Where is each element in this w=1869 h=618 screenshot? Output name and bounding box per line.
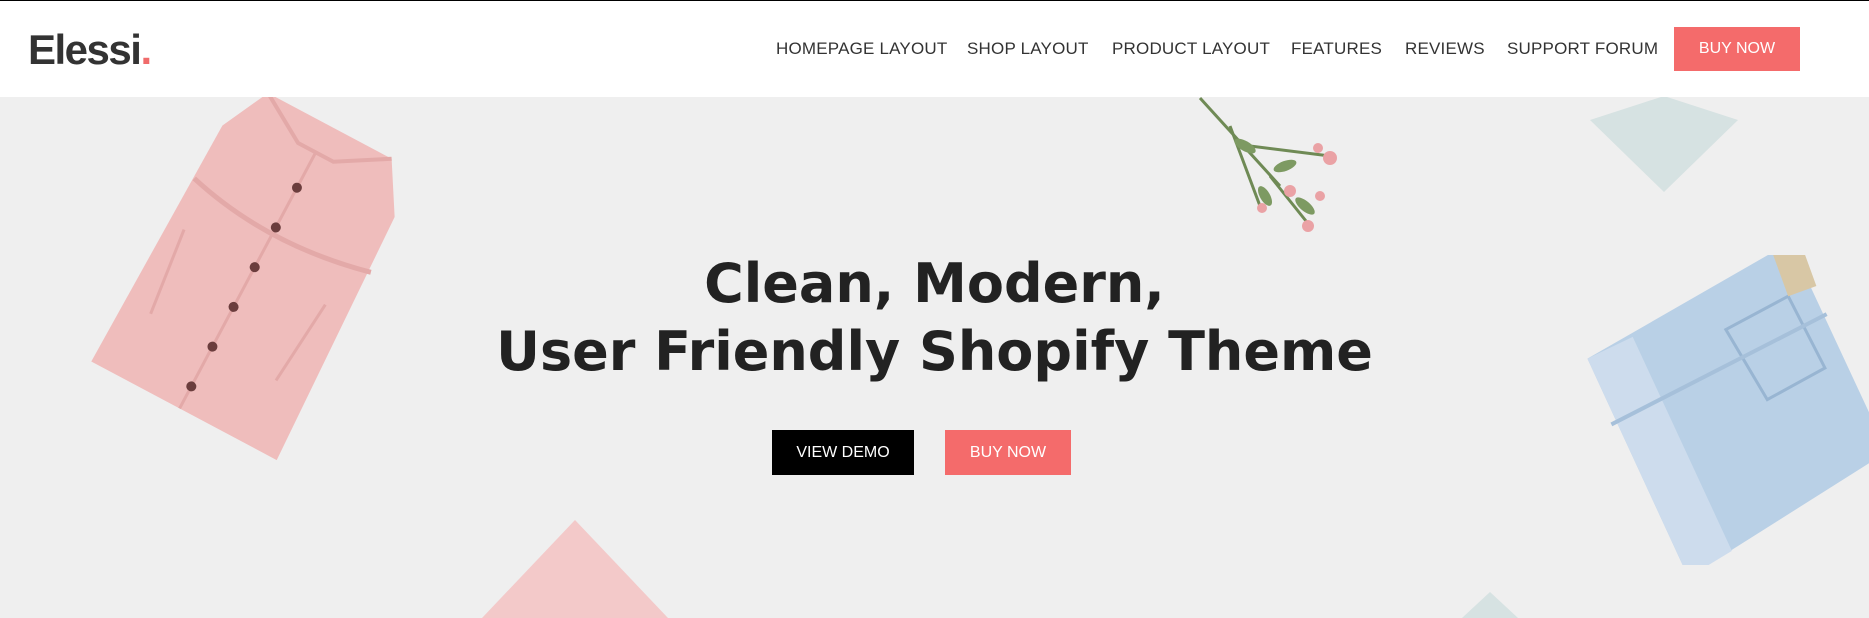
nav-homepage-layout[interactable]: HOMEPAGE LAYOUT xyxy=(776,39,947,59)
hero-title-line-1: Clean, Modern, xyxy=(704,252,1165,315)
nav-support-forum[interactable]: SUPPORT FORUM xyxy=(1507,39,1658,59)
hero-title-line-2: User Friendly Shopify Theme xyxy=(496,320,1373,383)
nav-reviews[interactable]: REVIEWS xyxy=(1405,39,1485,59)
flower-bouquet-image xyxy=(1198,96,1337,232)
site-header: Elessi. HOMEPAGE LAYOUT SHOP LAYOUT PROD… xyxy=(0,1,1869,97)
hero-buy-now-button[interactable]: BUY NOW xyxy=(945,430,1071,475)
hero-title: Clean, Modern, User Friendly Shopify The… xyxy=(0,250,1869,386)
view-demo-button[interactable]: VIEW DEMO xyxy=(772,430,914,475)
pink-diamond-bottom xyxy=(482,520,668,618)
blue-diamond-bottom xyxy=(1462,592,1518,618)
header-buy-now-button[interactable]: BUY NOW xyxy=(1674,27,1800,71)
nav-shop-layout[interactable]: SHOP LAYOUT xyxy=(967,39,1089,59)
main-nav: HOMEPAGE LAYOUT SHOP LAYOUT PRODUCT LAYO… xyxy=(0,1,1869,97)
blue-diamond-top-right xyxy=(1590,96,1738,192)
nav-product-layout[interactable]: PRODUCT LAYOUT xyxy=(1112,39,1270,59)
nav-features[interactable]: FEATURES xyxy=(1291,39,1382,59)
